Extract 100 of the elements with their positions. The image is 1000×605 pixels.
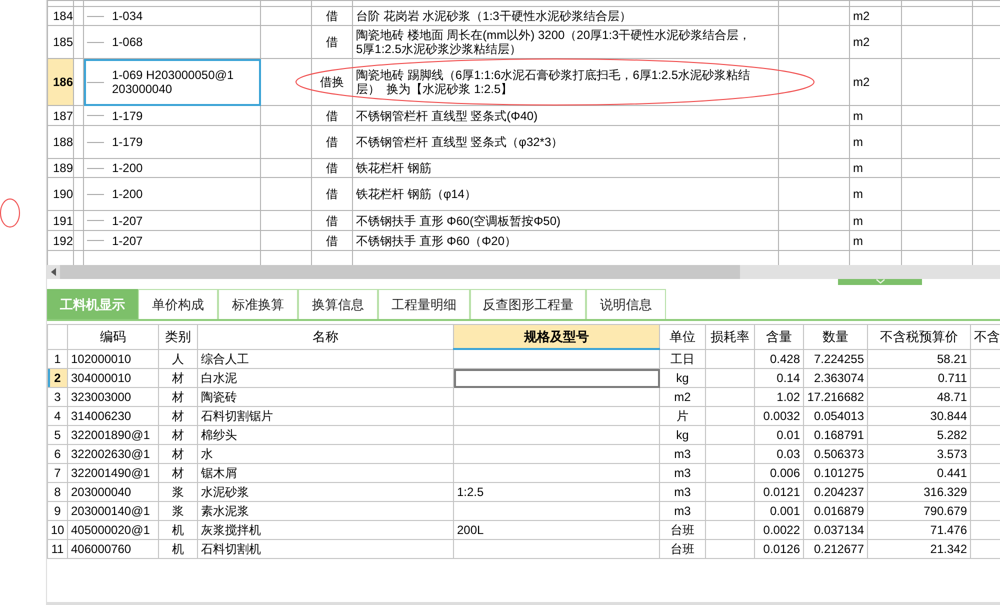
table-cell: 浆 xyxy=(172,504,184,518)
table-cell: 0.037134 xyxy=(814,523,864,537)
table-cell: 1-200 xyxy=(112,161,143,175)
table-cell: 0.054013 xyxy=(814,409,864,423)
table-cell: 台班 xyxy=(670,542,694,556)
table-cell: m xyxy=(853,187,863,201)
table-cell: 材 xyxy=(172,371,184,385)
table-cell: 0.506373 xyxy=(814,447,864,461)
table-cell: 机 xyxy=(172,523,184,537)
table-cell: 人 xyxy=(172,352,184,366)
table-cell: 0.001 xyxy=(770,504,800,518)
table-cell: m2 xyxy=(674,390,691,404)
column-header[interactable]: 规格及型号 xyxy=(524,328,589,344)
table-cell: 机 xyxy=(172,542,184,556)
tree-line-icon xyxy=(87,240,104,241)
tab[interactable]: 说明信息 xyxy=(586,289,666,319)
table-cell: 0.016879 xyxy=(814,504,864,518)
table-cell: 借 xyxy=(326,234,338,248)
table-cell: 71.476 xyxy=(930,523,967,537)
table-cell: 0.006 xyxy=(770,466,800,480)
tab[interactable]: 工程量明细 xyxy=(378,289,470,319)
table-cell: 322001490@1 xyxy=(71,466,150,480)
table-cell: 405000020@1 xyxy=(71,523,150,537)
table-cell: 灰浆搅拌机 xyxy=(201,523,261,537)
table-cell: 借 xyxy=(326,161,338,175)
table-cell: 借 xyxy=(326,214,338,228)
table-cell-text: 陶瓷地砖 踢脚线（6厚1:1:6水泥石膏砂浆打底扫毛，6厚1:2.5水泥砂浆粘结层） 换为【水泥砂浆 1:2.5】 xyxy=(356,68,752,96)
table-cell: 21.342 xyxy=(930,542,967,556)
table-cell: m3 xyxy=(674,447,691,461)
table-cell: 0.441 xyxy=(936,466,967,480)
table-cell: 材 xyxy=(172,428,184,442)
table-cell: 316.329 xyxy=(924,485,967,499)
table-cell: m2 xyxy=(853,9,870,23)
table-cell: 借换 xyxy=(320,75,344,89)
table-cell: 102000010 xyxy=(71,352,132,366)
table-cell: 借 xyxy=(326,187,338,201)
tree-line-icon xyxy=(87,115,104,116)
tab[interactable]: 换算信息 xyxy=(298,289,378,319)
scrollbar-thumb[interactable] xyxy=(60,265,740,279)
table-cell: 0.212677 xyxy=(814,542,864,556)
table-cell: 材 xyxy=(172,390,184,404)
table-cell: 17.216682 xyxy=(807,390,864,404)
table-cell: 1-034 xyxy=(112,9,143,23)
table-cell: m2 xyxy=(853,75,870,89)
table-cell: 白水泥 xyxy=(201,371,237,385)
column-header[interactable]: 编码 xyxy=(100,328,126,344)
table-cell: 1:2.5 xyxy=(457,485,484,499)
table-cell: 台阶 花岗岩 水泥砂浆（1:3干硬性水泥砂浆结合层） xyxy=(356,9,632,23)
table-cell: 材 xyxy=(172,466,184,480)
table-cell: 1-207 xyxy=(112,214,143,228)
table-cell: 48.71 xyxy=(936,390,967,404)
table-cell: 石料切割机 xyxy=(201,542,261,556)
table-cell: m xyxy=(853,214,863,228)
table-cell: m3 xyxy=(674,485,691,499)
table-cell: 203000140@1 xyxy=(71,504,150,518)
table-cell: 片 xyxy=(676,409,688,423)
table-cell: 材 xyxy=(172,447,184,461)
tab[interactable]: 单价构成 xyxy=(138,289,218,319)
table-cell: 0.01 xyxy=(776,428,800,442)
table-cell: 素水泥浆 xyxy=(201,504,249,518)
table-cell: 1-200 xyxy=(112,187,143,201)
table-cell: 1-207 xyxy=(112,234,143,248)
table-cell: m3 xyxy=(674,466,691,480)
caret-left-icon xyxy=(51,268,56,276)
table-cell-text: 陶瓷地砖 楼地面 周长在(mm以外) 3200（20厚1:3干硬性水泥砂浆结合层，5厚1:2.5水泥砂浆沙浆粘结层） xyxy=(356,28,752,56)
tab[interactable]: 标准换算 xyxy=(218,289,298,319)
table-cell: 200L xyxy=(457,523,484,537)
table-cell: 0.0022 xyxy=(763,523,800,537)
table-cell: 0.204237 xyxy=(814,485,864,499)
table-cell: 铁花栏杆 钢筋 xyxy=(356,161,432,175)
table-cell: 5.282 xyxy=(936,428,967,442)
table-cell: m xyxy=(853,108,863,122)
table-cell-text: 1-069 H203000050@1 203000040 xyxy=(112,68,235,96)
table-cell: 借 xyxy=(326,135,338,149)
table-cell: 58.21 xyxy=(936,352,967,366)
table-cell: 0.03 xyxy=(776,447,800,461)
column-header[interactable]: 名称 xyxy=(312,328,338,344)
table-cell: 3.573 xyxy=(936,447,967,461)
chevron-down-icon xyxy=(876,279,884,284)
table-cell: 借 xyxy=(326,9,338,23)
table-cell: 借 xyxy=(326,35,338,49)
table-cell: 322001890@1 xyxy=(71,428,150,442)
table-cell: kg xyxy=(676,371,689,385)
table-cell: kg xyxy=(676,428,689,442)
table-cell: 0.428 xyxy=(770,352,800,366)
table-cell: 1-179 xyxy=(112,135,143,149)
table-cell: 浆 xyxy=(172,485,184,499)
circle-annotation xyxy=(0,198,21,228)
table-cell: 棉纱头 xyxy=(201,428,237,442)
table-cell: 1-068 xyxy=(112,35,143,49)
table-cell: 1.02 xyxy=(776,390,800,404)
table-cell: 790.679 xyxy=(924,504,967,518)
tree-line-icon xyxy=(87,220,104,221)
panel-splitter-handle[interactable] xyxy=(838,279,922,285)
table-cell: 不锈钢管栏杆 直线型 竖条式(Φ40) xyxy=(356,108,538,122)
table-cell: 322002630@1 xyxy=(71,447,150,461)
table-cell: 0.0126 xyxy=(763,542,800,556)
table-cell: m xyxy=(853,234,863,248)
tab[interactable]: 反查图形工程量 xyxy=(470,289,586,319)
table-cell: 7.224255 xyxy=(814,352,864,366)
